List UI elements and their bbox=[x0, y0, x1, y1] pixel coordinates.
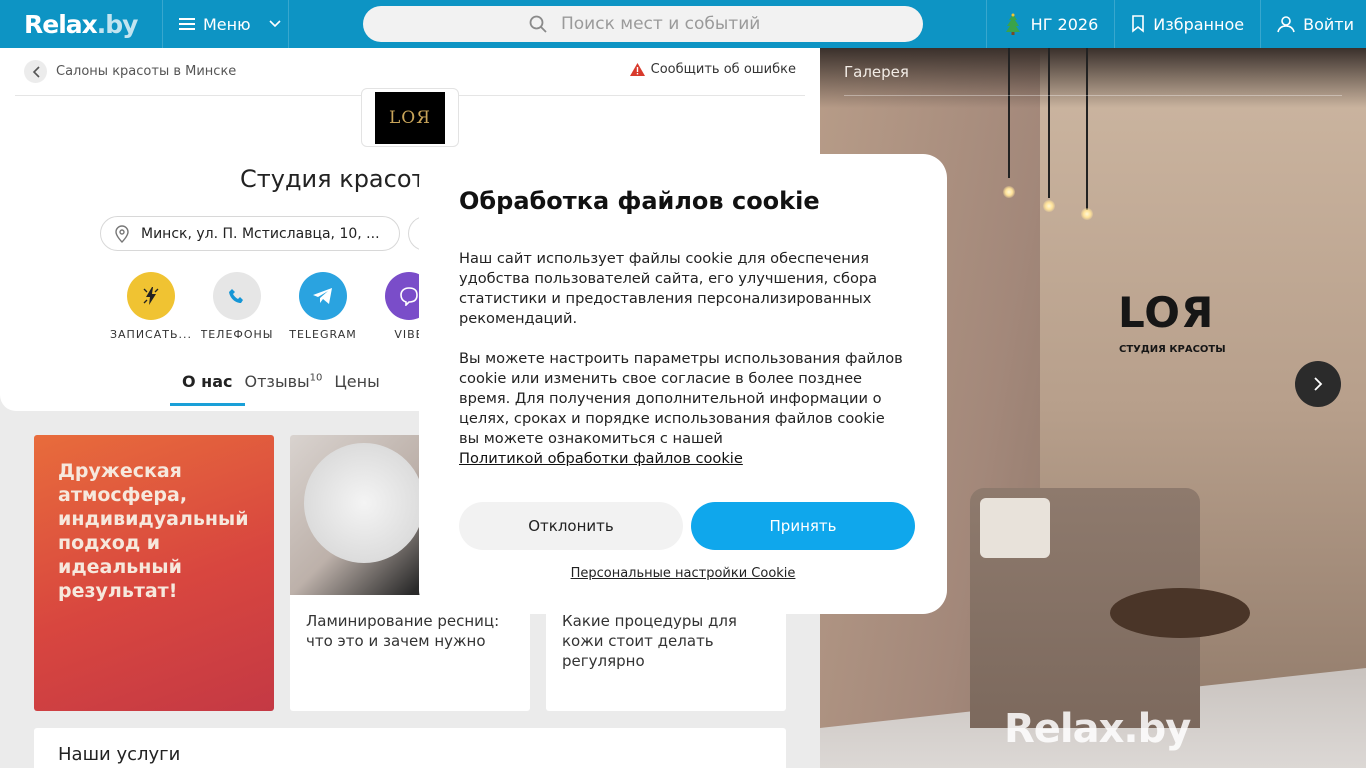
cookie-body: Наш сайт использует файлы cookie для обе… bbox=[459, 249, 909, 469]
cookie-settings-link[interactable]: Персональные настройки Cookie bbox=[419, 566, 947, 581]
cookie-paragraph-2: Вы можете настроить параметры использова… bbox=[459, 350, 903, 447]
decline-button[interactable]: Отклонить bbox=[459, 502, 683, 550]
modal-overlay: Обработка файлов cookie Наш сайт использ… bbox=[0, 0, 1366, 768]
cookie-dialog: Обработка файлов cookie Наш сайт использ… bbox=[419, 154, 947, 614]
cookie-paragraph-1: Наш сайт использует файлы cookie для обе… bbox=[459, 250, 878, 327]
cookie-title: Обработка файлов cookie bbox=[459, 187, 820, 215]
accept-button[interactable]: Принять bbox=[691, 502, 915, 550]
cookie-policy-link[interactable]: Политикой обработки файлов cookie bbox=[459, 450, 743, 467]
cookie-buttons: Отклонить Принять bbox=[459, 502, 915, 550]
